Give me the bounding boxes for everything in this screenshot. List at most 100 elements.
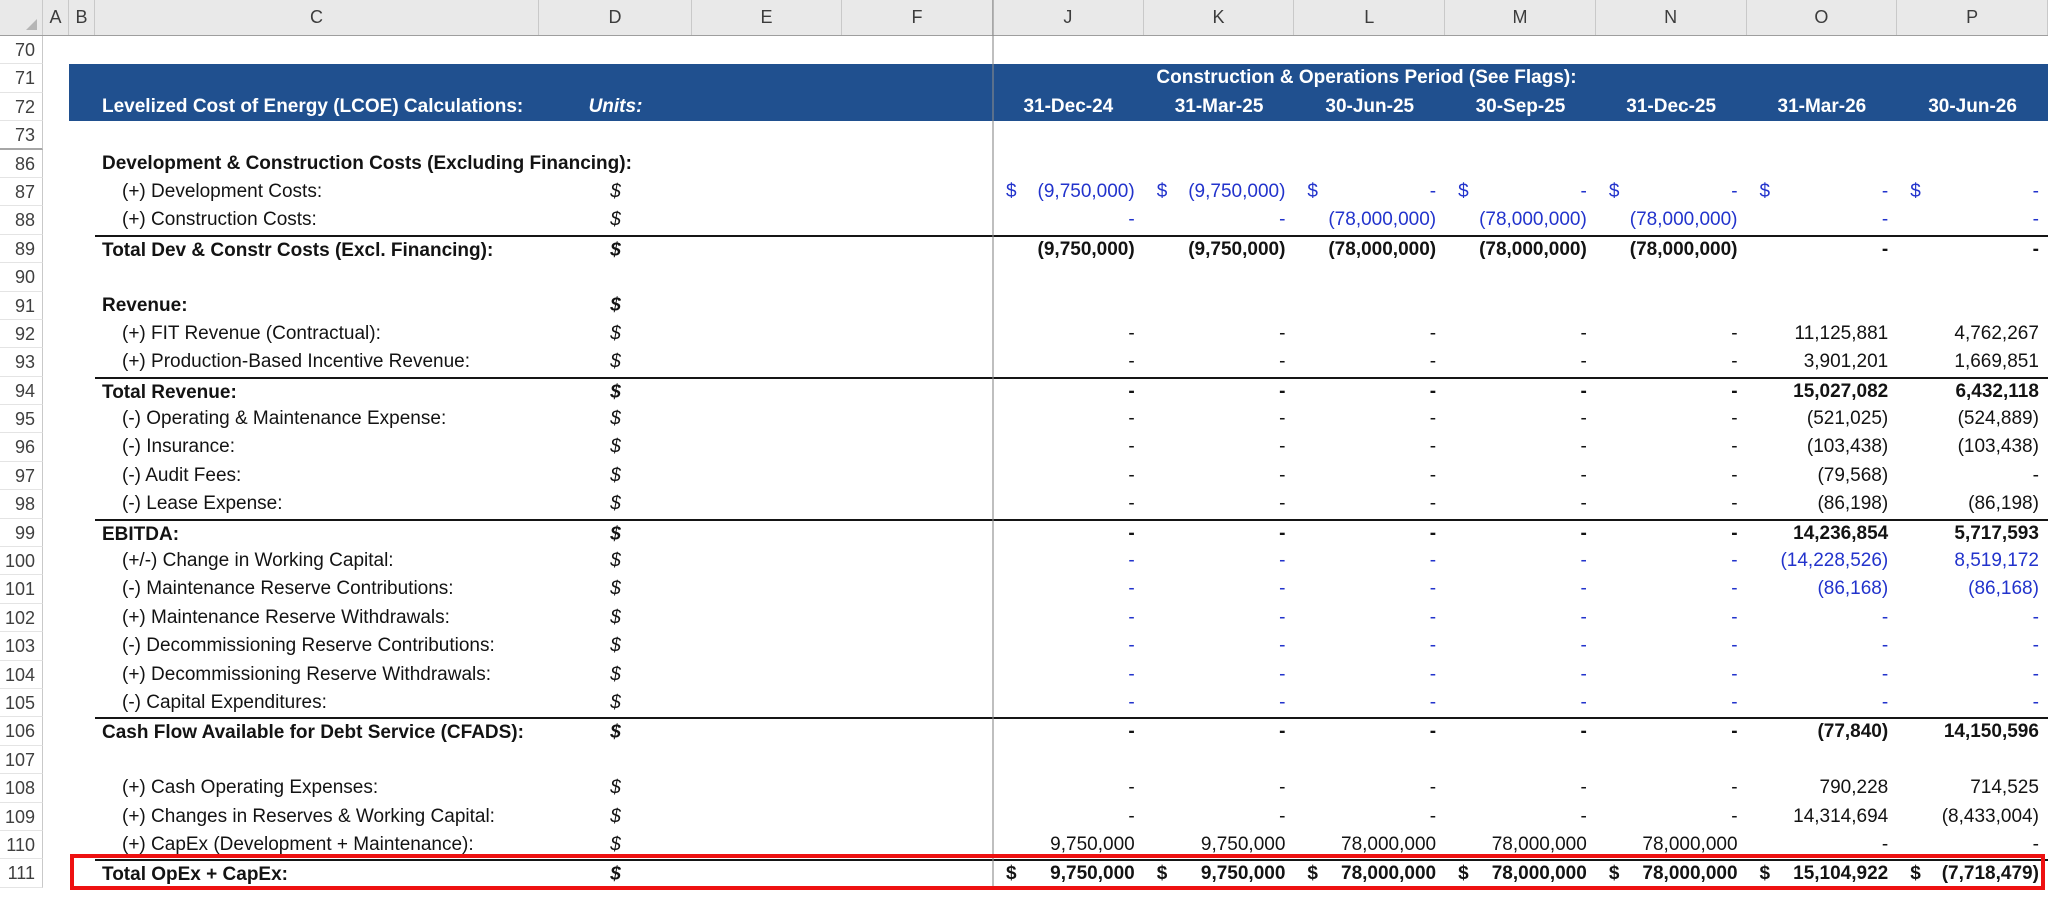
cell-O111[interactable]: $15,104,922 [1747,859,1898,887]
column-header-F[interactable]: F [842,0,993,35]
cell-P104[interactable]: - [1897,661,2048,689]
cell-P111[interactable]: $(7,718,479) [1897,859,2048,887]
cell-K103[interactable]: - [1144,632,1295,660]
cell-P90[interactable] [1897,263,2048,291]
cell-F88[interactable] [842,206,993,234]
cell-O73[interactable] [1747,121,1898,149]
cell-E108[interactable] [692,774,842,802]
cell-N102[interactable]: - [1596,604,1747,632]
cell-M96[interactable]: - [1445,433,1596,461]
cell-E91[interactable] [692,292,842,320]
cell-P107[interactable] [1897,746,2048,774]
cell-P108[interactable]: 714,525 [1897,774,2048,802]
cell-E89[interactable] [692,235,842,263]
cell-E100[interactable] [692,547,842,575]
cell-J93[interactable]: - [993,348,1144,376]
cell-O92[interactable]: 11,125,881 [1747,320,1898,348]
row-header-108[interactable]: 108 [0,774,43,802]
cell-L93[interactable]: - [1294,348,1445,376]
row-header-101[interactable]: 101 [0,575,43,603]
cell-D105[interactable]: $ [539,689,692,717]
cell-M107[interactable] [1445,746,1596,774]
cell-N107[interactable] [1596,746,1747,774]
cell-N87[interactable]: $- [1596,178,1747,206]
cell-P101[interactable]: (86,168) [1897,575,2048,603]
cell-E73[interactable] [692,121,842,149]
cell-D94[interactable]: $ [539,377,692,405]
cell-D98[interactable]: $ [539,490,692,518]
cell-O70[interactable] [1747,36,1898,64]
cell-N108[interactable]: - [1596,774,1747,802]
cell-M88[interactable]: (78,000,000) [1445,206,1596,234]
cell-K102[interactable]: - [1144,604,1295,632]
cell-K110[interactable]: 9,750,000 [1144,831,1295,859]
row-header-92[interactable]: 92 [0,320,43,348]
cell-K98[interactable]: - [1144,490,1295,518]
cell-K106[interactable]: - [1144,717,1295,745]
cell-F111[interactable] [842,859,993,887]
row-header-99[interactable]: 99 [0,519,43,547]
cell-J92[interactable]: - [993,320,1144,348]
cell-D90[interactable] [539,263,692,291]
cell-L92[interactable]: - [1294,320,1445,348]
row-header-90[interactable]: 90 [0,263,43,291]
cell-O88[interactable]: - [1747,206,1898,234]
cell-D91[interactable]: $ [539,292,692,320]
cell-E90[interactable] [692,263,842,291]
cell-E92[interactable] [692,320,842,348]
cell-E87[interactable] [692,178,842,206]
cell-K94[interactable]: - [1144,377,1295,405]
row-header-86[interactable]: 86 [0,150,43,178]
cell-C89[interactable]: Total Dev & Constr Costs (Excl. Financin… [95,235,539,263]
cell-M106[interactable]: - [1445,717,1596,745]
cell-E107[interactable] [692,746,842,774]
cell-O96[interactable]: (103,438) [1747,433,1898,461]
cell-L94[interactable]: - [1294,377,1445,405]
cell-D73[interactable] [539,121,692,149]
cell-O99[interactable]: 14,236,854 [1747,519,1898,547]
cell-N92[interactable]: - [1596,320,1747,348]
cell-P105[interactable]: - [1897,689,2048,717]
cell-K70[interactable] [1144,36,1295,64]
cell-J99[interactable]: - [993,519,1144,547]
cell-O105[interactable]: - [1747,689,1898,717]
cell-J110[interactable]: 9,750,000 [993,831,1144,859]
cell-L98[interactable]: - [1294,490,1445,518]
cell-P91[interactable] [1897,292,2048,320]
cell-J101[interactable]: - [993,575,1144,603]
cell-J90[interactable] [993,263,1144,291]
column-header-A[interactable]: A [43,0,69,35]
cell-F90[interactable] [842,263,993,291]
cell-P97[interactable]: - [1897,462,2048,490]
cell-J98[interactable]: - [993,490,1144,518]
cell-M103[interactable]: - [1445,632,1596,660]
cell-M102[interactable]: - [1445,604,1596,632]
cell-F89[interactable] [842,235,993,263]
row-header-97[interactable]: 97 [0,462,43,490]
row-header-106[interactable]: 106 [0,717,43,745]
cell-C90[interactable] [95,263,539,291]
cell-D101[interactable]: $ [539,575,692,603]
cell-P93[interactable]: 1,669,851 [1897,348,2048,376]
cell-J88[interactable]: - [993,206,1144,234]
cell-N88[interactable]: (78,000,000) [1596,206,1747,234]
cell-P94[interactable]: 6,432,118 [1897,377,2048,405]
cell-N105[interactable]: - [1596,689,1747,717]
cell-P103[interactable]: - [1897,632,2048,660]
cell-O87[interactable]: $- [1747,178,1898,206]
cell-D92[interactable]: $ [539,320,692,348]
row-header-91[interactable]: 91 [0,292,43,320]
cell-F97[interactable] [842,462,993,490]
cell-N94[interactable]: - [1596,377,1747,405]
cell-P70[interactable] [1897,36,2048,64]
row-header-71[interactable]: 71 [0,64,43,92]
row-header-73[interactable]: 73 [0,121,43,149]
cell-K89[interactable]: (9,750,000) [1144,235,1295,263]
row-header-70[interactable]: 70 [0,36,43,64]
row-header-107[interactable]: 107 [0,746,43,774]
cell-F87[interactable] [842,178,993,206]
cell-J103[interactable]: - [993,632,1144,660]
cell-M95[interactable]: - [1445,405,1596,433]
column-header-L[interactable]: L [1294,0,1445,35]
cell-F107[interactable] [842,746,993,774]
